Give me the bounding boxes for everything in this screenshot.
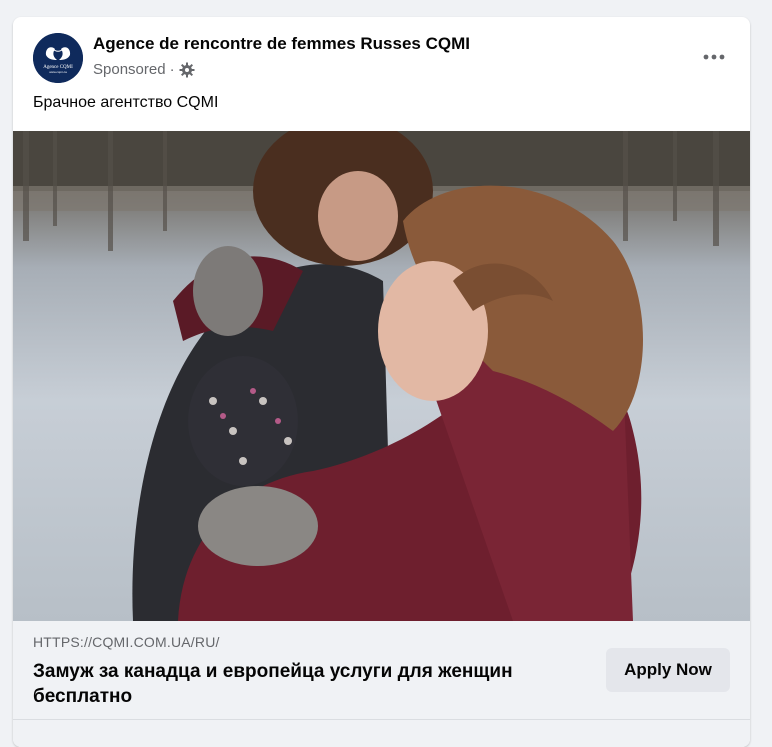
more-options-icon [703,54,725,60]
apply-now-button[interactable]: Apply Now [606,648,730,692]
avatar-url-text: www.cqmi.ca [49,70,67,74]
link-headline[interactable]: Замуж за канадца и европейца услуги для … [33,659,593,709]
divider [13,719,750,720]
swan-logo-icon: Agence CQMI www.cqmi.ca [33,33,83,83]
post-meta: Sponsored · [93,61,195,78]
ad-photo[interactable] [13,131,750,621]
link-preview[interactable]: HTTPS://CQMI.COM.UA/RU/ Замуж за канадца… [13,621,750,747]
gear-icon[interactable] [179,62,195,78]
sponsored-post-card: Agence CQMI www.cqmi.ca Agence de rencon… [13,17,750,747]
more-options-button[interactable] [696,39,732,75]
sponsored-label[interactable]: Sponsored [93,61,166,78]
meta-separator: · [169,61,175,78]
post-header: Agence CQMI www.cqmi.ca Agence de rencon… [13,17,750,97]
post-caption: Брачное агентство CQMI [33,94,219,111]
link-domain: HTTPS://CQMI.COM.UA/RU/ [33,634,220,650]
page-avatar[interactable]: Agence CQMI www.cqmi.ca [33,33,83,83]
page-name-link[interactable]: Agence de rencontre de femmes Russes CQM… [93,34,470,54]
couple-embrace-image [13,131,750,621]
